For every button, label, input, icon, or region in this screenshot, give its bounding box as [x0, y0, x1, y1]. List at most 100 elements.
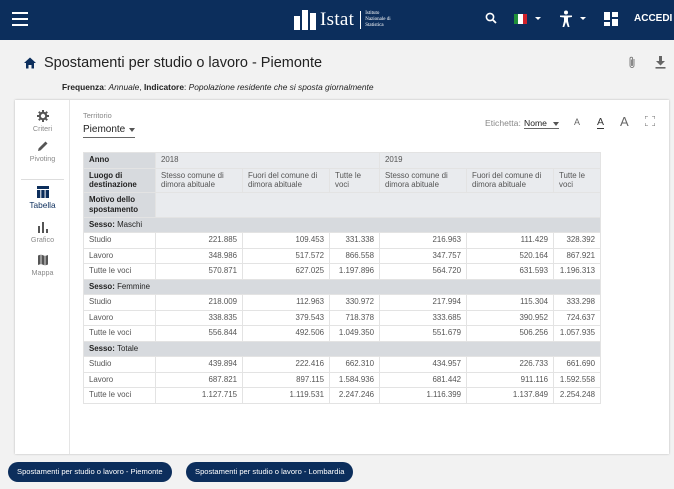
indicator-value: Popolazione residente che si sposta gior… — [188, 82, 374, 92]
istat-logo[interactable]: Istat Istituto Nazionale di Statistica — [294, 8, 400, 32]
group-row: Sesso: Totale — [83, 340, 601, 358]
territorio-select[interactable]: Piemonte — [83, 124, 135, 138]
font-size-small-button[interactable]: A — [574, 117, 580, 127]
table-cell: 1.057.935 — [553, 325, 601, 342]
sidebar-item-tabella[interactable]: Tabella — [15, 186, 70, 210]
table-row: Lavoro 348.986 517.572 866.558 347.757 520.16… — [83, 247, 601, 265]
main-panel: Criteri Pivoting Tabella Grafico Mappa T… — [15, 100, 669, 454]
table-row: Lavoro 687.821 897.115 1.584.936 681.442 911.… — [83, 371, 601, 389]
view-sidebar: Criteri Pivoting Tabella Grafico Mappa — [15, 100, 70, 454]
row-label: Lavoro — [83, 247, 156, 265]
brand-name: Istat — [320, 9, 355, 30]
column-header: Stesso comune di dimora abituale — [155, 167, 243, 194]
accessibility-dropdown-icon[interactable] — [580, 16, 586, 22]
table-icon — [36, 186, 49, 198]
font-size-medium-button[interactable]: A — [597, 116, 605, 129]
table-cell: 434.957 — [379, 356, 467, 373]
sidebar-item-label: Criteri — [32, 124, 53, 133]
table-cell: 111.429 — [466, 232, 554, 249]
group-header: Sesso: Maschi — [83, 216, 601, 234]
tab-lombardia[interactable]: Spostamenti per studio o lavoro - Lombar… — [186, 462, 354, 482]
table-cell: 897.115 — [242, 371, 330, 389]
table-cell: 551.679 — [379, 325, 467, 342]
sex-value: Maschi — [117, 219, 143, 229]
table-cell: 570.871 — [155, 263, 243, 280]
table-cell: 662.310 — [329, 356, 380, 373]
etichetta-select[interactable]: Nome — [524, 118, 559, 129]
table-cell: 390.952 — [466, 309, 554, 327]
sidebar-item-grafico[interactable]: Grafico — [15, 221, 70, 244]
row-label: Studio — [83, 232, 156, 249]
language-dropdown-icon[interactable] — [535, 16, 541, 22]
accessibility-icon[interactable] — [559, 10, 573, 28]
table-cell: 112.963 — [242, 294, 330, 311]
table-row: Tutte le voci 556.844 492.506 1.049.350 551.… — [83, 325, 601, 342]
sidebar-item-mappa[interactable]: Mappa — [15, 254, 70, 277]
table-cell: 1.196.313 — [553, 263, 601, 280]
gear-icon — [36, 110, 49, 122]
row-label: Lavoro — [83, 371, 156, 389]
row-label: Tutte le voci — [83, 325, 156, 342]
table-cell: 687.821 — [155, 371, 243, 389]
indicator-label: Indicatore — [143, 82, 184, 92]
table-cell: 218.009 — [155, 294, 243, 311]
row-label: Tutte le voci — [83, 263, 156, 280]
etichetta-value: Nome — [524, 118, 547, 128]
table-cell: 109.453 — [242, 232, 330, 249]
home-icon[interactable] — [24, 57, 36, 69]
login-button[interactable]: ACCEDI — [634, 13, 672, 24]
column-header: Tutte le voci — [329, 167, 380, 194]
tab-piemonte[interactable]: Spostamenti per studio o lavoro - Piemon… — [8, 462, 172, 482]
fullscreen-icon[interactable] — [645, 116, 655, 126]
table-row: Studio 218.009 112.963 330.972 217.994 115.30… — [83, 294, 601, 311]
table-cell: 217.994 — [379, 294, 467, 311]
row-label: Studio — [83, 356, 156, 373]
territorio-label: Territorio — [83, 111, 112, 120]
table-cell: 333.298 — [553, 294, 601, 311]
istat-logo-mark — [294, 10, 316, 30]
column-header: Fuori del comune di dimora abituale — [242, 167, 330, 194]
pencil-icon — [37, 141, 47, 151]
search-icon[interactable] — [485, 12, 497, 24]
table-cell: 333.685 — [379, 309, 467, 327]
frequency-label: Frequenza — [62, 82, 104, 92]
header-filler — [155, 192, 601, 218]
sidebar-item-criteri[interactable]: Criteri — [15, 110, 70, 133]
row-label: Lavoro — [83, 309, 156, 327]
apps-grid-icon[interactable] — [604, 12, 618, 26]
sidebar-item-label: Pivoting — [29, 154, 56, 163]
table-cell: 328.392 — [553, 232, 601, 249]
download-icon[interactable] — [655, 56, 666, 69]
sidebar-divider — [21, 179, 64, 180]
sidebar-item-label: Tabella — [29, 200, 56, 210]
italian-flag-icon[interactable] — [514, 14, 527, 24]
font-size-large-button[interactable]: A — [620, 114, 629, 129]
table-cell: 379.543 — [242, 309, 330, 327]
destination-header-label: Luogo di destinazione — [83, 167, 156, 194]
sidebar-item-label: Mappa — [31, 268, 54, 277]
sidebar-item-label: Grafico — [30, 235, 55, 244]
sex-label: Sesso: — [89, 343, 115, 353]
table-row: Tutte le voci 1.127.715 1.119.531 2.247.246… — [83, 387, 601, 404]
table-cell: 681.442 — [379, 371, 467, 389]
table-cell: 1.197.896 — [329, 263, 380, 280]
frequency-value: Annuale — [108, 82, 140, 92]
table-cell: 564.720 — [379, 263, 467, 280]
sex-value: Femmine — [117, 281, 150, 291]
table-cell: 2.254.248 — [553, 387, 601, 404]
top-bar: Istat Istituto Nazionale di Statistica A… — [0, 0, 674, 40]
map-icon — [37, 254, 48, 266]
table-row: Tutte le voci 570.871 627.025 1.197.896 564.… — [83, 263, 601, 280]
table-cell: 556.844 — [155, 325, 243, 342]
chevron-down-icon — [129, 128, 135, 135]
group-header: Sesso: Femmine — [83, 278, 601, 296]
table-cell: 2.247.246 — [329, 387, 380, 404]
table-cell: 1.119.531 — [242, 387, 330, 404]
table-cell: 348.986 — [155, 247, 243, 265]
menu-icon[interactable] — [12, 12, 28, 28]
etichetta-label: Etichetta: — [485, 118, 521, 128]
table-cell: 1.127.715 — [155, 387, 243, 404]
sidebar-item-pivoting[interactable]: Pivoting — [15, 140, 70, 163]
attachment-icon[interactable] — [628, 56, 636, 69]
motive-header-label: Motivo dello spostamento — [83, 192, 156, 218]
